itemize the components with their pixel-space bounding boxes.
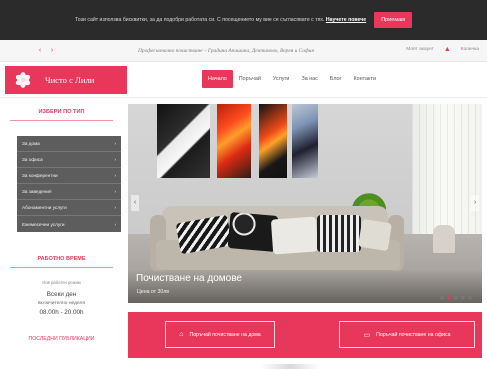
slide-dot-1[interactable] xyxy=(440,296,444,300)
category-label: За конферентни xyxy=(22,173,58,178)
site-logo[interactable]: Чисто с Лили xyxy=(5,66,127,94)
category-label: За офиса xyxy=(22,157,43,162)
slider-pagination xyxy=(440,296,472,300)
partial-next-section xyxy=(260,364,320,369)
category-item-venues[interactable]: За заведения › xyxy=(17,184,121,200)
plain-pillow-image xyxy=(270,216,319,255)
chevron-right-icon: › xyxy=(114,221,116,227)
slide-dot-4[interactable] xyxy=(461,296,465,300)
sidebar-title-divider xyxy=(10,120,113,121)
cookie-accept-button[interactable]: Приемам xyxy=(374,12,412,28)
order-home-label: Поръчай почистване на дома xyxy=(189,331,261,338)
cookie-learn-more-link[interactable]: Научете повече xyxy=(326,17,366,23)
chevron-right-icon: › xyxy=(114,189,116,194)
wall-artwork xyxy=(259,104,287,178)
chevron-right-icon: › xyxy=(114,141,116,146)
nav-contacts[interactable]: Контакти xyxy=(348,70,382,88)
nav-about[interactable]: За нас xyxy=(295,70,323,88)
hours-note: Нов работен режим xyxy=(42,280,81,285)
plain-pillow-image xyxy=(357,218,393,252)
wall-artwork xyxy=(217,104,251,178)
nav-home[interactable]: Начало xyxy=(202,70,233,88)
category-item-office[interactable]: За офиса › xyxy=(17,152,121,168)
cart-link[interactable]: Количка xyxy=(461,47,479,52)
left-sidebar: ИЗБЕРИ ПО ТИП За дома › За офиса › За ко… xyxy=(5,104,121,369)
monitor-icon: ▭ xyxy=(363,331,371,339)
hero-slider[interactable]: Почистване на домове Цена от 30лв ‹ › xyxy=(128,104,482,303)
category-label: Ежемесечни услуги xyxy=(22,221,65,227)
wall-artwork xyxy=(292,104,318,178)
hours-subtitle: включително неделя xyxy=(37,301,86,306)
hours-title: РАБОТНО ВРЕМЕ xyxy=(37,256,86,262)
slide-dot-5[interactable] xyxy=(468,296,472,300)
category-item-home[interactable]: За дома › xyxy=(17,136,121,152)
latest-posts-title: ПОСЛЕДНИ ПУБЛИКАЦИИ xyxy=(28,336,95,342)
cookie-consent-bar: Този сайт използва бисквитки, за да подо… xyxy=(0,0,487,40)
category-item-conference[interactable]: За конферентни › xyxy=(17,168,121,184)
account-link[interactable]: Моят акаунт xyxy=(406,47,434,52)
category-label: За дома xyxy=(22,141,40,146)
main-navigation: Начало Поръчай Услуги За нас Блог Контак… xyxy=(202,70,382,88)
category-label: Абонаментни услуги xyxy=(22,205,67,210)
sidebar-title: ИЗБЕРИ ПО ТИП xyxy=(38,109,85,115)
order-office-label: Поръчай почистване на офиса xyxy=(376,331,451,338)
slide-dot-3[interactable] xyxy=(454,296,458,300)
category-item-subscription[interactable]: Абонаментни услуги › xyxy=(17,200,121,216)
lamp-image xyxy=(433,225,455,253)
hours-title-divider xyxy=(10,267,113,268)
striped-pillow-image xyxy=(317,215,361,252)
hours-days: Всеки ден xyxy=(46,291,77,298)
previous-slide-button[interactable]: ‹ xyxy=(131,195,139,211)
chevron-right-icon: › xyxy=(114,173,116,178)
chevron-right-icon: › xyxy=(473,199,477,206)
slide-title: Почистване на домове xyxy=(136,273,242,284)
cart-icon[interactable]: ▲ xyxy=(444,46,451,53)
nav-order[interactable]: Поръчай xyxy=(233,70,267,88)
category-label: За заведения xyxy=(22,189,52,194)
next-slide-button[interactable]: › xyxy=(471,195,479,211)
home-icon: ⌂ xyxy=(179,331,184,338)
order-cta-band: ⌂ Поръчай почистване на дома ▭ Поръчай п… xyxy=(128,312,482,358)
cookie-text: Този сайт използва бисквитки, за да подо… xyxy=(75,17,325,23)
flower-logo-icon xyxy=(15,72,31,88)
chevron-left-icon: ‹ xyxy=(133,199,137,206)
top-right-links: Моят акаунт ▲ Количка xyxy=(406,46,479,53)
hours-time: 08.00h - 20.00h xyxy=(39,309,84,316)
wall-artwork xyxy=(157,104,210,178)
logo-text: Чисто с Лили xyxy=(45,75,95,85)
nav-blog[interactable]: Блог xyxy=(324,70,348,88)
right-arrow-icon[interactable]: › xyxy=(48,47,56,54)
site-tagline: Професионално почистване – Градина Апаши… xyxy=(138,47,315,54)
category-item-monthly[interactable]: Ежемесечни услуги › xyxy=(17,216,121,232)
slide-dot-2[interactable] xyxy=(447,296,451,300)
top-bar: ‹ › Професионално почистване – Градина А… xyxy=(0,40,487,62)
left-arrow-icon[interactable]: ‹ xyxy=(36,47,44,54)
slide-price: Цена от 30лв xyxy=(137,289,170,295)
nav-services[interactable]: Услуги xyxy=(267,70,296,88)
order-home-cleaning-button[interactable]: ⌂ Поръчай почистване на дома xyxy=(165,321,275,348)
category-list: За дома › За офиса › За конферентни › За… xyxy=(17,136,121,232)
cookie-message: Този сайт използва бисквитки, за да подо… xyxy=(75,17,366,23)
site-header: Чисто с Лили Начало Поръчай Услуги За на… xyxy=(0,62,487,98)
chevron-right-icon: › xyxy=(114,205,116,210)
order-office-cleaning-button[interactable]: ▭ Поръчай почистване на офиса xyxy=(339,321,475,348)
chevron-right-icon: › xyxy=(114,157,116,162)
